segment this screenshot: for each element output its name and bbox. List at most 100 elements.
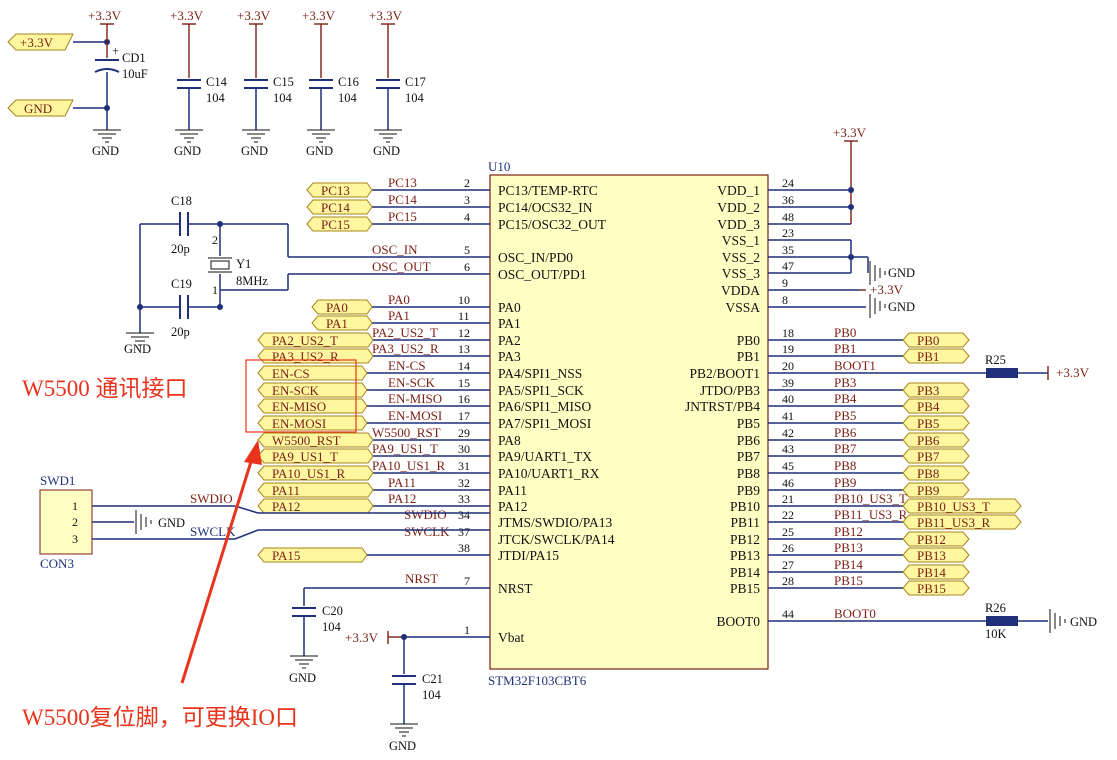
svg-text:VDDA: VDDA [721,283,760,298]
svg-text:46: 46 [782,476,794,490]
svg-text:VSS_2: VSS_2 [722,250,760,265]
svg-text:24: 24 [782,176,794,190]
svg-text:PB4: PB4 [834,391,857,406]
svg-text:37: 37 [458,525,470,539]
svg-text:JTDI/PA15: JTDI/PA15 [498,548,559,563]
svg-text:22: 22 [782,508,794,522]
capacitor-cd1: + CD1 10uF [94,44,148,122]
svg-text:5: 5 [464,243,470,257]
svg-text:+3.3V: +3.3V [369,8,403,23]
svg-text:C19: C19 [171,277,192,291]
svg-text:27: 27 [782,558,794,572]
svg-text:PB7: PB7 [834,441,857,456]
capacitor-c15: +3.3V C15 104 GND [237,8,294,158]
svg-text:VDD_1: VDD_1 [717,183,760,198]
svg-text:+3.3V: +3.3V [170,8,204,23]
annotation-arrow [180,440,262,684]
svg-text:C17: C17 [405,75,426,89]
capacitor-c17: +3.3V C17 104 GND [369,8,426,158]
svg-text:PA11: PA11 [388,475,416,490]
svg-text:Vbat: Vbat [498,630,524,645]
svg-text:PC14: PC14 [388,192,417,207]
svg-text:+3.3V: +3.3V [20,35,54,50]
svg-text:PC14/OCS32_IN: PC14/OCS32_IN [498,200,593,215]
mcu-right-pins: 24 VDD_1 36 VDD_2 48 VDD_3 23 VSS_1 35 VSS_2 47 VSS… [685,176,1022,629]
svg-text:PB15: PB15 [730,581,760,596]
svg-text:OSC_OUT: OSC_OUT [372,259,431,274]
svg-text:PB13: PB13 [834,540,863,555]
mcu-part: STM32F103CBT6 [488,673,587,688]
svg-text:42: 42 [782,426,794,440]
vcc-label-cd1: +3.3V [88,8,122,23]
svg-text:9: 9 [782,276,788,290]
svg-text:+3.3V: +3.3V [302,8,336,23]
svg-text:PB0: PB0 [917,333,939,348]
svg-text:VDD_3: VDD_3 [717,217,760,232]
gnd-label-vssa: GND [888,300,915,314]
crystal-y1: Y1 8MHz 2 1 [208,221,268,310]
svg-text:104: 104 [206,91,226,105]
svg-text:43: 43 [782,442,794,456]
svg-text:40: 40 [782,392,794,406]
svg-text:PB0: PB0 [834,325,856,340]
svg-text:PC15: PC15 [321,217,350,232]
svg-text:47: 47 [782,259,794,273]
svg-text:17: 17 [458,409,470,423]
svg-text:19: 19 [782,342,794,356]
gnd-label-cd1: GND [92,144,119,158]
svg-text:39: 39 [782,376,794,390]
capacitor-c19: C19 20p [140,277,220,339]
svg-text:EN-MOSI: EN-MOSI [388,408,442,423]
svg-text:PA3_US2_R: PA3_US2_R [272,349,339,364]
svg-text:PA12: PA12 [272,499,300,514]
svg-text:PB10_US3_T: PB10_US3_T [917,499,990,514]
svg-text:JTDO/PB3: JTDO/PB3 [700,383,760,398]
svg-text:PA3: PA3 [498,349,521,364]
svg-text:BOOT0: BOOT0 [717,614,761,629]
svg-text:+: + [112,44,119,58]
svg-text:2: 2 [72,515,78,529]
svg-text:JNTRST/PB4: JNTRST/PB4 [685,399,760,414]
svg-text:EN-CS: EN-CS [272,366,310,381]
svg-text:8MHz: 8MHz [236,274,268,288]
svg-text:28: 28 [782,574,794,588]
svg-text:PC13: PC13 [388,175,417,190]
svg-text:SWDIO: SWDIO [404,507,447,522]
svg-text:PB8: PB8 [834,458,856,473]
svg-text:GND: GND [306,144,333,158]
svg-text:PB15: PB15 [834,573,863,588]
svg-text:PA1: PA1 [326,316,348,331]
power-flag-gnd: GND [7,99,74,117]
svg-text:SWCLK: SWCLK [404,524,450,539]
svg-text:38: 38 [458,541,470,555]
svg-text:31: 31 [458,459,470,473]
svg-text:GND: GND [389,739,416,753]
svg-text:48: 48 [782,210,794,224]
svg-text:PA8: PA8 [498,433,521,448]
svg-text:VSS_3: VSS_3 [722,266,761,281]
svg-text:44: 44 [782,607,794,621]
svg-text:4: 4 [464,210,470,224]
svg-text:14: 14 [458,359,470,373]
svg-text:8: 8 [782,293,788,307]
svg-text:PB5: PB5 [834,408,856,423]
svg-text:PB8: PB8 [917,466,939,481]
svg-text:BOOT0: BOOT0 [834,606,876,621]
svg-text:PB0: PB0 [737,333,761,348]
svg-text:PB11_US3_R: PB11_US3_R [834,507,908,522]
svg-text:JTMS/SWDIO/PA13: JTMS/SWDIO/PA13 [498,515,613,530]
svg-text:PA0: PA0 [388,292,410,307]
svg-text:PA9_US1_T: PA9_US1_T [272,449,338,464]
svg-text:GND: GND [174,144,201,158]
svg-text:1: 1 [464,623,470,637]
svg-text:GND: GND [241,144,268,158]
svg-text:PB14: PB14 [917,565,946,580]
mcu-ref: U10 [488,159,510,174]
svg-text:BOOT1: BOOT1 [834,358,876,373]
svg-text:20p: 20p [171,242,190,256]
svg-text:PB4: PB4 [917,399,940,414]
svg-text:VSSA: VSSA [725,300,760,315]
svg-text:PA3_US2_R: PA3_US2_R [372,341,439,356]
svg-text:PA5/SPI1_SCK: PA5/SPI1_SCK [498,383,584,398]
svg-text:2: 2 [212,233,218,247]
